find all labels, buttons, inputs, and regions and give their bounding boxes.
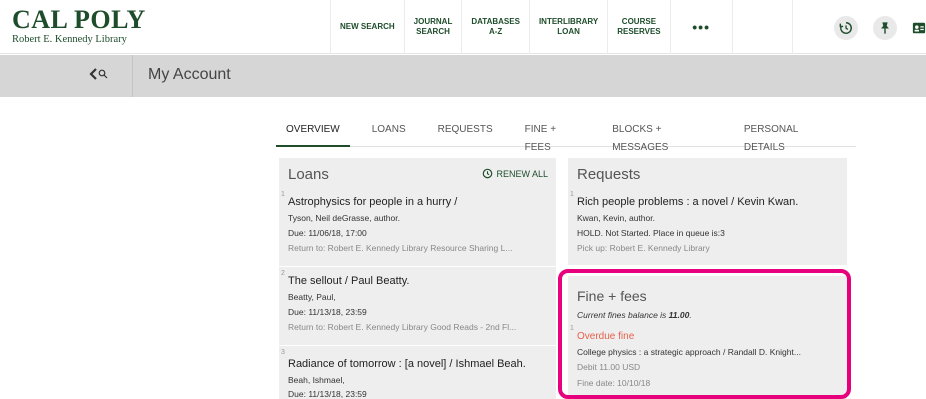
loan-item-title[interactable]: Astrophysics for people in a hurry / [288,196,457,208]
loan-item[interactable]: 3 Radiance of tomorrow : [a novel] / Ish… [279,349,556,399]
loan-item-title[interactable]: Radiance of tomorrow : [a novel] / Ishma… [288,358,526,370]
nav-databases-label-1: DATABASES [471,17,520,26]
tab-requests[interactable]: REQUESTS [428,121,503,147]
requests-panel: Requests 1 Rich people problems : a nove… [568,158,847,265]
nav-more-button[interactable]: ••• [671,0,733,54]
nav-course-reserves-label-2: RESERVES [617,27,661,36]
main-nav: NEW SEARCH JOURNAL SEARCH DATABASES A-Z … [330,0,793,54]
logo-main-text: CAL POLY [12,5,146,34]
request-item-number: 1 [570,191,574,198]
nav-interlibrary-label-1: INTERLIBRARY [538,17,599,26]
loan-item-number: 1 [281,191,285,198]
nav-course-reserves-label-1: COURSE [621,17,657,26]
renew-all-button[interactable]: RENEW ALL [482,168,548,179]
nav-interlibrary-loan[interactable]: INTERLIBRARY LOAN [530,0,609,54]
logo-sub-text: Robert E. Kennedy Library [12,34,127,45]
tab-blocks-messages[interactable]: BLOCKS + MESSAGES [602,121,722,153]
loan-divider [279,266,556,267]
page-title: My Account [148,66,231,83]
fines-highlight-frame [558,269,851,399]
back-search-button[interactable] [88,67,108,81]
nav-interlibrary-label-2: LOAN [557,27,580,36]
request-item-status: HOLD. Not Started. Place in queue is:3 [577,228,725,238]
account-bar-divider [132,55,133,97]
more-dots-icon: ••• [692,19,710,35]
loan-item-return: Return to: Robert E. Kennedy Library Goo… [288,322,517,332]
request-item[interactable]: 1 Rich people problems : a novel / Kevin… [568,191,847,263]
loans-panel: Loans RENEW ALL 1 Astrophysics for peopl… [279,158,556,399]
nav-journal-search-label-2: SEARCH [416,27,450,36]
tab-loans[interactable]: LOANS [362,121,416,147]
loan-item[interactable]: 1 Astrophysics for people in a hurry / T… [279,191,556,265]
nav-new-search[interactable]: NEW SEARCH [330,0,405,54]
loan-item-due: Due: 11/13/18, 23:59 [288,307,367,317]
loan-item-author: Tyson, Neil deGrasse, author. [288,213,400,223]
nav-databases[interactable]: DATABASES A-Z [462,0,530,54]
history-button[interactable] [834,16,858,40]
nav-course-reserves[interactable]: COURSE RESERVES [608,0,671,54]
loan-item-due: Due: 11/06/18, 17:00 [288,228,367,238]
loan-divider [279,345,556,346]
user-account-button[interactable] [908,16,926,40]
loans-heading[interactable]: Loans [288,166,329,183]
nav-new-search-label: NEW SEARCH [340,22,395,31]
loan-item-number: 3 [281,349,285,356]
account-tabs: OVERVIEW LOANS REQUESTS FINE + FEES BLOC… [276,121,856,153]
loan-item-title[interactable]: The sellout / Paul Beatty. [288,275,409,287]
account-bar: My Account [0,55,926,97]
tab-overview[interactable]: OVERVIEW [276,121,350,147]
cal-poly-logo[interactable]: CAL POLY Robert E. Kennedy Library [12,5,146,46]
nav-spacer [733,0,793,54]
tab-fine-fees[interactable]: FINE + FEES [515,121,591,153]
request-item-title[interactable]: Rich people problems : a novel / Kevin K… [577,196,798,208]
top-header: CAL POLY Robert E. Kennedy Library NEW S… [0,0,926,54]
requests-heading[interactable]: Requests [577,166,640,183]
history-icon [839,22,852,34]
loan-item-author: Beah, Ishmael, [288,375,345,385]
chevron-left-icon [89,68,97,80]
request-item-author: Kwan, Kevin, author. [577,213,655,223]
nav-journal-search[interactable]: JOURNAL SEARCH [405,0,463,54]
nav-databases-label-2: A-Z [488,27,503,36]
nav-journal-search-label-1: JOURNAL [413,17,453,26]
search-icon [98,69,108,79]
loan-item[interactable]: 2 The sellout / Paul Beatty. Beatty, Pau… [279,270,556,344]
request-item-pickup: Pick up: Robert E. Kennedy Library [577,243,710,253]
loan-item-author: Beatty, Paul, [288,292,336,302]
loan-item-return: Return to: Robert E. Kennedy Library Res… [288,243,513,253]
renew-icon [483,168,493,179]
tab-personal-details[interactable]: PERSONAL DETAILS [734,121,844,153]
loan-item-due: Due: 11/13/18, 23:59 [288,389,367,399]
loan-item-number: 2 [281,270,285,277]
pinned-button[interactable] [873,16,897,40]
user-card-icon [912,22,926,34]
pin-icon [881,22,889,34]
renew-all-label: RENEW ALL [496,168,548,179]
